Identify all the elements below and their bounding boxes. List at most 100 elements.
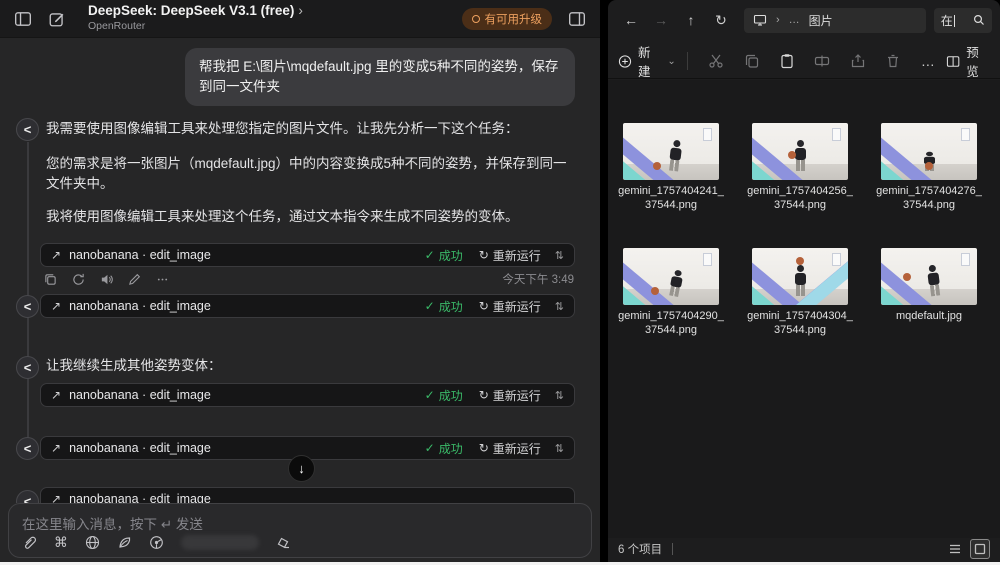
file-item[interactable]: gemini_1757404276_37544.png xyxy=(870,123,988,212)
more-options-button[interactable]: … xyxy=(911,53,946,69)
basketball xyxy=(788,151,796,159)
file-thumbnail xyxy=(881,248,977,305)
rerun-button[interactable]: ↻重新运行 xyxy=(479,387,541,404)
cut-button[interactable] xyxy=(699,53,734,69)
mcp-tools-icon[interactable] xyxy=(149,535,164,550)
assistant-avatar: < xyxy=(16,437,39,460)
share-button[interactable] xyxy=(840,53,875,69)
rerun-button[interactable]: ↻重新运行 xyxy=(479,247,541,264)
paste-button[interactable] xyxy=(769,53,804,69)
scroll-to-bottom-button[interactable]: ↓ xyxy=(288,455,315,482)
refresh-button[interactable]: ↻ xyxy=(706,12,736,29)
status-divider xyxy=(672,543,673,555)
shortcut-icon[interactable]: ⌘ xyxy=(54,535,68,550)
blurred-model-tag xyxy=(181,535,259,550)
file-item[interactable]: gemini_1757404256_37544.png xyxy=(741,123,859,212)
model-title: DeepSeek: DeepSeek V3.1 (free) xyxy=(88,3,294,18)
file-item[interactable]: mqdefault.jpg xyxy=(870,248,988,323)
tool-call-bar-partial[interactable]: ↗ nanobanana · edit_image xyxy=(40,487,575,503)
success-check-icon: ✓ xyxy=(425,388,435,402)
rename-button[interactable] xyxy=(805,53,840,69)
chat-panel: DeepSeek: DeepSeek V3.1 (free) › OpenRout… xyxy=(0,0,600,562)
sidebar-toggle-icon[interactable] xyxy=(14,10,32,28)
search-text: 在 xyxy=(941,14,953,28)
tool-call-bar[interactable]: ↗ nanobanana · edit_image ✓ 成功 ↻重新运行 ⇅ xyxy=(40,383,575,407)
expand-collapse-icon[interactable]: ⇅ xyxy=(555,442,564,455)
new-button[interactable]: 新建 ⌄ xyxy=(618,42,676,80)
assistant-avatar: < xyxy=(16,490,39,503)
breadcrumb-ellipsis[interactable]: … xyxy=(789,14,800,26)
attach-icon[interactable] xyxy=(22,535,37,550)
upgrade-dot-icon xyxy=(472,15,480,23)
provider-label: OpenRouter xyxy=(88,21,303,33)
tool-status-label: 成功 xyxy=(439,440,463,457)
large-icons-view-icon xyxy=(973,542,987,556)
expand-collapse-icon[interactable]: ⇅ xyxy=(555,300,564,313)
delete-button[interactable] xyxy=(875,53,910,69)
tool-call-name: nanobanana · edit_image xyxy=(69,248,211,262)
more-actions-icon[interactable] xyxy=(156,273,169,286)
address-bar[interactable]: › … 图片 xyxy=(744,8,926,33)
user-message: 帮我把 E:\图片\mqdefault.jpg 里的变成5种不同的姿势，保存到同… xyxy=(185,48,575,106)
rerun-icon: ↻ xyxy=(479,441,489,455)
breadcrumb-current-folder[interactable]: 图片 xyxy=(809,12,833,29)
back-button[interactable]: ← xyxy=(616,12,646,28)
upgrade-badge[interactable]: 有可用升级 xyxy=(462,8,553,30)
file-item[interactable]: gemini_1757404241_37544.png xyxy=(612,123,730,212)
tool-call-bar[interactable]: ↗ nanobanana · edit_image ✓成功 ↻重新运行 ⇅ xyxy=(40,243,575,267)
tool-call-bar[interactable]: ↗ nanobanana · edit_image ✓成功 ↻重新运行 ⇅ xyxy=(40,294,575,318)
file-grid[interactable]: gemini_1757404241_37544.png gemini_17574… xyxy=(608,80,1000,538)
right-panel-toggle-icon[interactable] xyxy=(568,10,586,28)
large-icons-view-toggle[interactable] xyxy=(970,539,990,559)
speaker-icon[interactable] xyxy=(100,273,113,286)
input-toolbar: ⌘ xyxy=(22,535,291,550)
file-item[interactable]: gemini_1757404290_37544.png xyxy=(612,248,730,337)
expand-collapse-icon[interactable]: ⇅ xyxy=(555,389,564,402)
text-cursor xyxy=(954,15,955,27)
rerun-button[interactable]: ↻重新运行 xyxy=(479,298,541,315)
model-selector[interactable]: DeepSeek: DeepSeek V3.1 (free) › OpenRout… xyxy=(88,4,303,32)
expand-collapse-icon[interactable]: ⇅ xyxy=(555,249,564,262)
mention-icon[interactable] xyxy=(117,535,132,550)
clear-context-icon[interactable] xyxy=(276,535,291,550)
file-explorer-window: ← → ↑ ↻ › … 图片 在 新建 ⌄ … 预览 xyxy=(608,0,1000,562)
message-action-row: 今天下午 3:49 xyxy=(44,271,574,287)
file-name: mqdefault.jpg xyxy=(870,309,988,323)
chevron-right-icon: › xyxy=(298,3,303,18)
breadcrumb-chevron-icon[interactable]: › xyxy=(776,14,780,26)
message-list[interactable]: 帮我把 E:\图片\mqdefault.jpg 里的变成5种不同的姿势，保存到同… xyxy=(0,38,600,503)
tool-arrow-icon: ↗ xyxy=(51,388,61,402)
tool-status-label: 成功 xyxy=(439,387,463,404)
basketball xyxy=(796,257,804,265)
search-input[interactable]: 在 xyxy=(934,8,992,33)
poster-decor xyxy=(703,253,712,266)
details-view-icon[interactable] xyxy=(948,542,962,556)
file-thumbnail xyxy=(623,123,719,180)
assistant-paragraph: 我需要使用图像编辑工具来处理您指定的图片文件。让我先分析一下这个任务： xyxy=(46,119,574,139)
copy-button[interactable] xyxy=(734,53,769,69)
preview-toggle-button[interactable]: 预览 xyxy=(946,42,990,80)
rerun-button[interactable]: ↻重新运行 xyxy=(479,440,541,457)
copy-icon[interactable] xyxy=(44,273,57,286)
file-thumbnail xyxy=(752,123,848,180)
tool-arrow-icon: ↗ xyxy=(51,492,61,503)
file-name: gemini_1757404290_37544.png xyxy=(612,309,730,337)
plus-circle-icon xyxy=(618,54,632,69)
web-search-icon[interactable] xyxy=(85,535,100,550)
message-input[interactable]: 在这里输入消息，按下 ↵ 发送 ⌘ xyxy=(8,503,592,558)
regenerate-icon[interactable] xyxy=(72,273,85,286)
up-button[interactable]: ↑ xyxy=(676,12,706,28)
file-item[interactable]: gemini_1757404304_37544.png xyxy=(741,248,859,337)
person-figure xyxy=(791,265,809,296)
forward-button[interactable]: → xyxy=(646,12,676,28)
edit-icon[interactable] xyxy=(128,273,141,286)
person-figure xyxy=(664,268,687,297)
new-chat-icon[interactable] xyxy=(48,10,66,28)
tool-call-name: nanobanana · edit_image xyxy=(69,388,211,402)
arrow-down-icon: ↓ xyxy=(298,461,305,476)
input-placeholder: 在这里输入消息，按下 ↵ 发送 xyxy=(22,513,578,533)
basketball xyxy=(653,162,661,170)
preview-pane-icon xyxy=(946,54,960,69)
person-figure xyxy=(922,264,944,297)
basketball xyxy=(651,287,659,295)
